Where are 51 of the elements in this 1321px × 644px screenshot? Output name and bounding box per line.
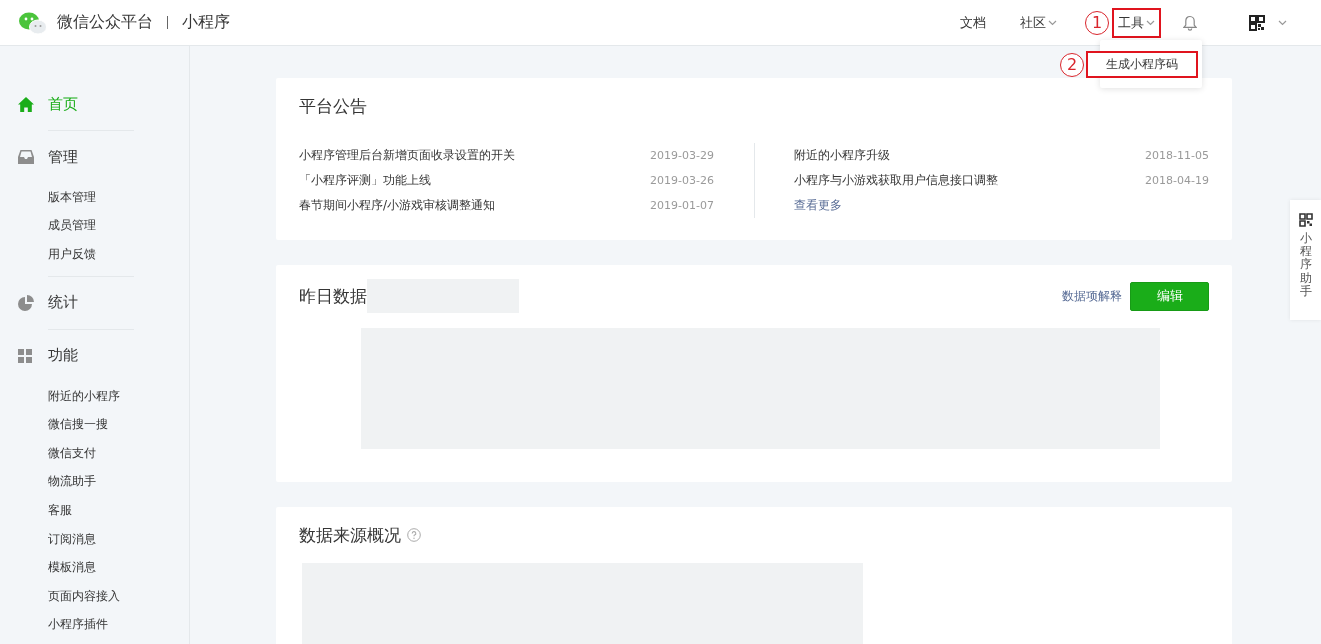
nav-item[interactable]: 用户反馈	[48, 246, 96, 263]
chevron-down-icon	[1146, 19, 1155, 26]
nav-item[interactable]: 成员管理	[48, 217, 96, 235]
card-title: 昨日数据	[299, 284, 367, 308]
callout-number: 2	[1060, 52, 1084, 77]
announcement-date: 2019-01-07	[650, 199, 714, 212]
chevron-down-icon	[1278, 19, 1287, 26]
nav-item[interactable]: 客服	[48, 501, 72, 519]
pie-chart-icon	[18, 294, 34, 311]
nav-section[interactable]: 统计	[48, 293, 78, 313]
nav-item[interactable]: 物流助手	[48, 473, 96, 491]
home-icon	[18, 96, 34, 112]
card-title: 平台公告	[299, 94, 367, 118]
nav-link[interactable]: 工具	[1112, 7, 1161, 38]
nav-item[interactable]: 微信支付	[48, 444, 96, 462]
announcement-date: 2019-03-26	[650, 174, 714, 187]
nav-item[interactable]: 附近的小程序	[48, 387, 120, 405]
nav-link[interactable]: 文档	[954, 7, 992, 38]
announcement-date: 2018-04-19	[1145, 174, 1209, 187]
announcement-link[interactable]: 「小程序评测」功能上线	[299, 172, 431, 189]
announcement-link[interactable]: 小程序与小游戏获取用户信息接口调整	[794, 172, 998, 189]
callout-number: 1	[1085, 10, 1109, 35]
logo-icon	[19, 10, 47, 35]
product-name: 小程序	[182, 12, 230, 33]
announcement-date: 2019-03-29	[650, 149, 714, 162]
nav-section[interactable]: 功能	[48, 346, 78, 366]
menu-item[interactable]: 生成小程序码	[1086, 51, 1198, 78]
nav-item[interactable]: 版本管理	[48, 188, 96, 206]
grid-icon	[18, 348, 32, 363]
nav-item[interactable]: 模板消息	[48, 559, 96, 577]
inbox-icon	[18, 150, 34, 164]
announcement-date: 2018-11-05	[1145, 149, 1209, 162]
nav-item[interactable]: 小程序插件	[48, 616, 108, 634]
announcement-link[interactable]: 小程序管理后台新增页面收录设置的开关	[299, 147, 515, 164]
announcement-link[interactable]: 附近的小程序升级	[794, 147, 890, 164]
nav-item[interactable]: 微信搜一搜	[48, 416, 108, 434]
nav-link[interactable]: 社区	[1014, 7, 1063, 38]
chevron-down-icon	[1048, 19, 1057, 26]
help-icon[interactable]	[407, 528, 421, 542]
bell-icon[interactable]	[1183, 14, 1197, 31]
helper-tab[interactable]: 小程序助手	[1290, 200, 1321, 320]
help-link[interactable]: 数据项解释	[1062, 287, 1122, 305]
platform-name: 微信公众平台	[57, 12, 153, 33]
nav-item[interactable]: 订阅消息	[48, 530, 96, 548]
more-link[interactable]: 查看更多	[794, 197, 842, 214]
nav-section[interactable]: 管理	[48, 147, 78, 167]
card-title: 数据来源概况	[299, 523, 401, 547]
qr-code-icon[interactable]	[1249, 14, 1265, 31]
qr-code-icon	[1298, 213, 1313, 227]
announcement-link[interactable]: 春节期间小程序/小游戏审核调整通知	[299, 197, 496, 214]
nav-item[interactable]: 页面内容接入	[48, 587, 120, 605]
